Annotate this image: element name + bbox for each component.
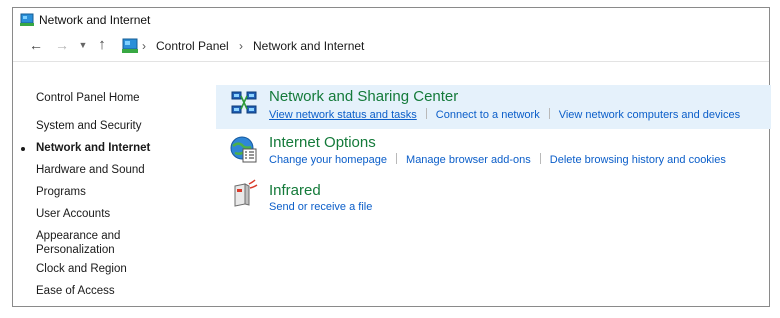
sidebar-item-network-and-internet[interactable]: Network and Internet bbox=[21, 141, 151, 155]
infrared-links: Send or receive a file bbox=[269, 201, 372, 213]
network-sharing-icon bbox=[231, 91, 257, 114]
address-bar[interactable]: › Control Panel › Network and Internet bbox=[121, 36, 761, 56]
delete-browsing-history-link[interactable]: Delete browsing history and cookies bbox=[550, 154, 726, 166]
divider bbox=[539, 153, 541, 164]
connect-to-network-link[interactable]: Connect to a network bbox=[436, 109, 540, 121]
sidebar-item-programs[interactable]: Programs bbox=[36, 185, 86, 199]
control-panel-icon bbox=[20, 13, 34, 26]
control-panel-window: Network and Internet ← → ▼ ↑ › Control P… bbox=[12, 7, 771, 307]
divider bbox=[396, 153, 398, 164]
manage-browser-addons-link[interactable]: Manage browser add-ons bbox=[406, 154, 531, 166]
infrared-icon bbox=[234, 179, 258, 207]
divider bbox=[425, 108, 427, 119]
breadcrumb-network-and-internet[interactable]: Network and Internet bbox=[253, 39, 364, 53]
sidebar-item-hardware-and-sound[interactable]: Hardware and Sound bbox=[36, 163, 145, 177]
sidebar-item-ease-of-access[interactable]: Ease of Access bbox=[36, 284, 115, 298]
breadcrumb-control-panel[interactable]: Control Panel bbox=[156, 39, 229, 53]
internet-options-icon bbox=[230, 136, 257, 163]
view-network-computers-link[interactable]: View network computers and devices bbox=[559, 109, 740, 121]
send-or-receive-file-link[interactable]: Send or receive a file bbox=[269, 201, 372, 213]
network-sharing-links: View network status and tasks Connect to … bbox=[269, 108, 740, 121]
sidebar: Control Panel Home System and Security N… bbox=[13, 62, 213, 306]
control-panel-icon bbox=[122, 38, 138, 53]
change-homepage-link[interactable]: Change your homepage bbox=[269, 154, 387, 166]
internet-options-links: Change your homepage Manage browser add-o… bbox=[269, 153, 726, 166]
window-title: Network and Internet bbox=[39, 13, 151, 27]
title-bar: Network and Internet bbox=[13, 8, 769, 32]
breadcrumb-chevron-icon[interactable]: › bbox=[239, 39, 243, 53]
up-arrow-icon[interactable]: ↑ bbox=[93, 36, 111, 54]
sidebar-item-clock-and-region[interactable]: Clock and Region bbox=[36, 262, 127, 276]
navigation-bar: ← → ▼ ↑ › Control Panel › Network and In… bbox=[13, 32, 769, 60]
divider bbox=[548, 108, 550, 119]
infrared-title[interactable]: Infrared bbox=[269, 182, 321, 199]
back-arrow-icon[interactable]: ← bbox=[27, 36, 45, 54]
forward-arrow-icon[interactable]: → bbox=[53, 36, 71, 54]
active-bullet bbox=[21, 147, 25, 151]
view-network-status-link[interactable]: View network status and tasks bbox=[269, 109, 417, 121]
breadcrumb-chevron-icon[interactable]: › bbox=[142, 39, 146, 53]
recent-locations-chevron-icon[interactable]: ▼ bbox=[74, 36, 92, 54]
sidebar-item-label: Network and Internet bbox=[36, 142, 151, 154]
internet-options-title[interactable]: Internet Options bbox=[269, 134, 376, 151]
content-pane: Network and Sharing Center View network … bbox=[213, 62, 771, 306]
sidebar-item-control-panel-home[interactable]: Control Panel Home bbox=[36, 91, 140, 105]
sidebar-item-user-accounts[interactable]: User Accounts bbox=[36, 207, 110, 221]
sidebar-item-system-and-security[interactable]: System and Security bbox=[36, 119, 141, 133]
network-and-sharing-center-title[interactable]: Network and Sharing Center bbox=[269, 88, 458, 105]
sidebar-item-appearance-and-personalization[interactable]: Appearance and Personalization bbox=[36, 229, 146, 257]
